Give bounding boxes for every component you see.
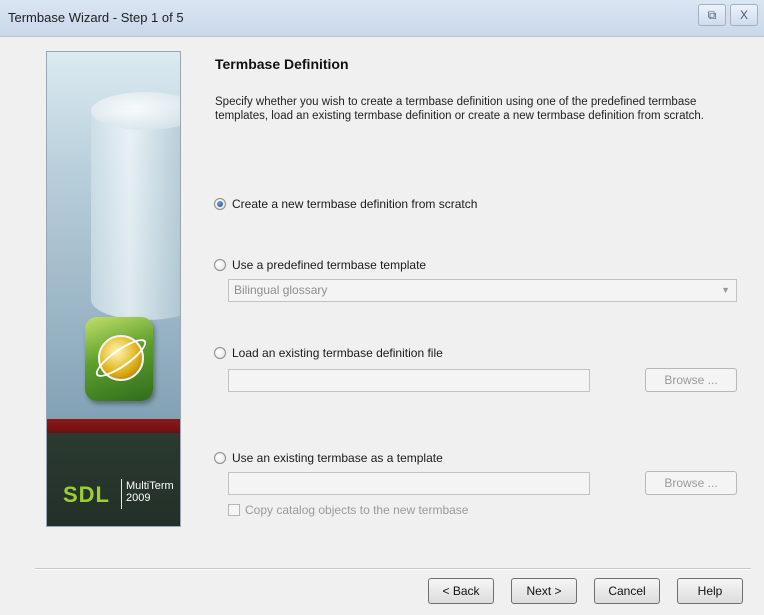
template-select-value: Bilingual glossary [234, 283, 328, 297]
page-heading: Termbase Definition [215, 56, 349, 72]
chevron-down-icon: ▼ [721, 285, 730, 295]
help-button[interactable]: Help [677, 578, 743, 604]
option-predefined-template-label: Use a predefined termbase template [232, 258, 427, 272]
cancel-button[interactable]: Cancel [594, 578, 660, 604]
option-load-existing-file[interactable]: Load an existing termbase definition fil… [214, 346, 443, 360]
copy-catalog-checkbox[interactable] [228, 504, 240, 516]
next-button[interactable]: Next > [511, 578, 577, 604]
product-version: 2009 [126, 492, 151, 504]
radio-load-existing-file[interactable] [214, 347, 226, 359]
option-new-from-scratch[interactable]: Create a new termbase definition from sc… [214, 197, 477, 211]
wizard-side-banner: SDL MultiTerm 2009 [46, 51, 181, 527]
definition-file-path-input[interactable] [228, 369, 590, 392]
database-cylinder-graphic [91, 110, 180, 320]
copy-catalog-label: Copy catalog objects to the new termbase [245, 503, 469, 517]
browse-existing-termbase-button[interactable]: Browse ... [645, 471, 737, 495]
wizard-client-area: SDL MultiTerm 2009 Termbase Definition S… [0, 37, 764, 615]
button-bar-divider [35, 568, 751, 570]
product-name-line1: MultiTerm [126, 480, 174, 492]
back-button[interactable]: < Back [428, 578, 494, 604]
option-existing-termbase-label: Use an existing termbase as a template [232, 451, 443, 465]
close-button[interactable]: X [730, 4, 758, 26]
radio-new-from-scratch[interactable] [214, 198, 226, 210]
page-description: Specify whether you wish to create a ter… [215, 96, 704, 122]
template-select[interactable]: Bilingual glossary ▼ [228, 279, 737, 302]
option-predefined-template[interactable]: Use a predefined termbase template [214, 258, 426, 272]
sdl-logo: SDL [63, 482, 110, 507]
option-new-from-scratch-label: Create a new termbase definition from sc… [232, 197, 478, 211]
multiterm-app-icon [85, 317, 153, 401]
option-existing-termbase[interactable]: Use an existing termbase as a template [214, 451, 443, 465]
copy-catalog-option[interactable]: Copy catalog objects to the new termbase [228, 503, 468, 517]
banner-red-stripe [47, 419, 180, 433]
window-title: Termbase Wizard - Step 1 of 5 [8, 10, 184, 25]
radio-predefined-template[interactable] [214, 259, 226, 271]
product-name: MultiTerm 2009 [126, 480, 174, 504]
title-bar: Termbase Wizard - Step 1 of 5 ⧉ X [0, 0, 764, 37]
option-load-existing-file-label: Load an existing termbase definition fil… [232, 346, 443, 360]
browse-definition-file-button[interactable]: Browse ... [645, 368, 737, 392]
existing-termbase-input[interactable] [228, 472, 590, 495]
logo-separator [121, 479, 122, 509]
restore-button[interactable]: ⧉ [698, 4, 726, 26]
radio-existing-termbase[interactable] [214, 452, 226, 464]
